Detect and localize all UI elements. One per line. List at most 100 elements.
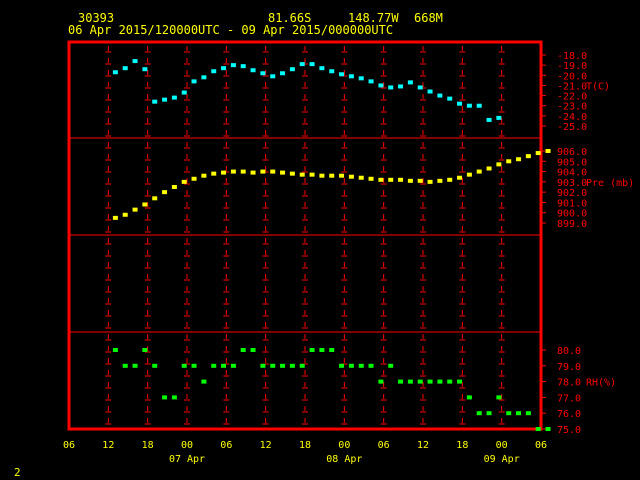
x-tick-label: 12 xyxy=(260,440,272,451)
pressure-point xyxy=(427,179,433,184)
temperature-point xyxy=(319,66,325,71)
relative_humidity-point xyxy=(398,379,404,384)
relative_humidity-point xyxy=(270,363,276,368)
relative_humidity-point xyxy=(348,363,354,368)
pressure-point xyxy=(112,215,118,220)
temperature-point xyxy=(496,115,502,120)
x-tick-label: 00 xyxy=(181,440,193,451)
temperature-point xyxy=(191,79,197,84)
temperature-point xyxy=(112,70,118,75)
relative_humidity-point xyxy=(309,348,315,352)
pressure-point xyxy=(368,176,374,181)
pressure-point xyxy=(122,212,128,217)
pressure-point xyxy=(506,159,512,164)
relative_humidity-point xyxy=(162,395,168,400)
relative_humidity-point xyxy=(407,379,413,384)
x-tick-label: 18 xyxy=(456,440,468,451)
relative_humidity-point xyxy=(122,363,128,368)
panel-label-pressure: Pre (mb) xyxy=(586,178,634,189)
y-tick-label: 899.0 xyxy=(557,219,587,230)
pressure-point xyxy=(476,169,482,174)
pressure-point xyxy=(378,177,384,182)
relative_humidity-point xyxy=(260,363,266,368)
x-tick-label: 00 xyxy=(338,440,350,451)
temperature-point xyxy=(398,84,404,89)
panel-label-temperature: T(C) xyxy=(586,81,610,92)
relative_humidity-point xyxy=(496,395,502,400)
relative_humidity-point xyxy=(457,379,463,384)
temperature-point xyxy=(171,95,177,100)
relative_humidity-point xyxy=(329,348,335,352)
temperature-point xyxy=(466,103,472,108)
temperature-point xyxy=(201,75,207,80)
y-tick-label: 75.0 xyxy=(557,425,581,436)
pressure-point xyxy=(388,177,394,182)
temperature-point xyxy=(447,96,453,101)
pressure-point xyxy=(398,177,404,182)
pressure-point xyxy=(407,178,413,183)
relative_humidity-point xyxy=(250,348,256,352)
pressure-point xyxy=(230,169,236,174)
temperature-point xyxy=(339,72,345,77)
x-tick-label: 06 xyxy=(378,440,390,451)
relative_humidity-point xyxy=(447,379,453,384)
temperature-point xyxy=(437,93,443,98)
temperature-point xyxy=(260,71,266,76)
relative_humidity-point xyxy=(486,411,492,416)
relative_humidity-point xyxy=(152,363,158,368)
temperature-point xyxy=(417,85,423,90)
pressure-point xyxy=(457,175,463,180)
temperature-point xyxy=(142,67,148,72)
pressure-point xyxy=(280,170,286,175)
y-tick-label: 76.0 xyxy=(557,409,581,420)
temperature-point xyxy=(289,67,295,72)
x-tick-label: 12 xyxy=(102,440,114,451)
temperature-point xyxy=(270,74,276,79)
y-tick-label: 79.0 xyxy=(557,362,581,373)
temperature-point xyxy=(427,89,433,94)
relative_humidity-point xyxy=(112,348,118,352)
x-tick-label: 06 xyxy=(535,440,547,451)
page-number: 2 xyxy=(14,466,21,479)
pressure-point xyxy=(486,166,492,171)
relative_humidity-point xyxy=(299,363,305,368)
pressure-point xyxy=(142,202,148,207)
pressure-point xyxy=(201,173,207,178)
pressure-point xyxy=(152,196,158,201)
pressure-point xyxy=(358,175,364,180)
pressure-point xyxy=(211,171,217,176)
pressure-point xyxy=(525,154,531,159)
pressure-point xyxy=(132,207,138,212)
temperature-point xyxy=(181,90,187,95)
temperature-point xyxy=(221,66,227,71)
relative_humidity-point xyxy=(388,363,394,368)
temperature-point xyxy=(250,68,256,73)
pressure-point xyxy=(466,172,472,177)
pressure-point xyxy=(319,173,325,178)
y-tick-label: 78.0 xyxy=(557,378,581,389)
temperature-point xyxy=(407,80,413,85)
temperature-point xyxy=(378,83,384,88)
relative_humidity-point xyxy=(368,363,374,368)
pressure-point xyxy=(299,172,305,177)
relative_humidity-point xyxy=(230,363,236,368)
relative_humidity-point xyxy=(378,379,384,384)
temperature-point xyxy=(329,69,335,74)
relative_humidity-point xyxy=(289,363,295,368)
relative_humidity-point xyxy=(358,363,364,368)
pressure-point xyxy=(447,177,453,182)
x-tick-label: 06 xyxy=(220,440,232,451)
relative_humidity-point xyxy=(516,411,522,416)
temperature-point xyxy=(152,99,158,104)
relative_humidity-point xyxy=(132,363,138,368)
temperature-point xyxy=(309,62,315,67)
relative_humidity-point xyxy=(280,363,286,368)
pressure-point xyxy=(545,149,551,153)
pressure-point xyxy=(289,171,295,176)
pressure-point xyxy=(270,169,276,174)
x-date-label: 09 Apr xyxy=(484,454,520,465)
relative_humidity-point xyxy=(319,348,325,352)
pressure-point xyxy=(417,178,423,183)
temperature-point xyxy=(122,66,128,71)
pressure-point xyxy=(260,169,266,174)
